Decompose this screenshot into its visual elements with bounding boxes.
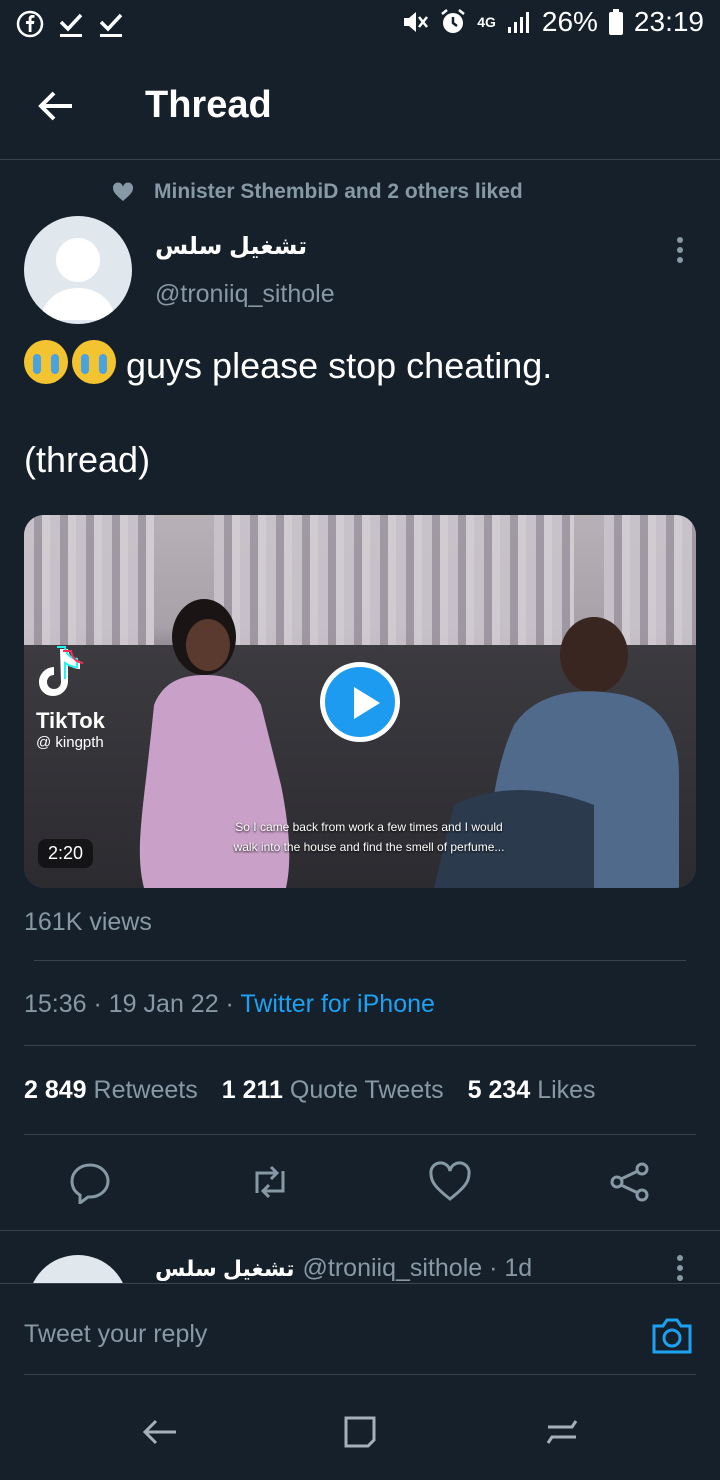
quotes-stat[interactable]: 1 211 Quote Tweets <box>222 1076 444 1105</box>
clock: 23:19 <box>633 6 704 37</box>
alarm-icon <box>441 9 465 33</box>
next-tweet-handle-time: @troniiq_sithole · 1d <box>302 1254 533 1282</box>
avatar[interactable] <box>24 216 132 324</box>
quotes-count: 1 211 <box>221 1076 283 1104</box>
author-name[interactable]: تشغيل سلس <box>155 232 307 261</box>
tiktok-logo-icon <box>39 646 84 696</box>
quotes-label: Quote Tweets <box>289 1076 444 1104</box>
tweet-text: guys please stop cheating. (thread) <box>24 340 694 483</box>
reply-input[interactable]: Tweet your reply <box>24 1320 207 1349</box>
share-icon[interactable] <box>608 1160 652 1204</box>
tweet-time: 15:36 <box>24 990 87 1018</box>
caption-line-2: walk into the house and find the smell o… <box>233 840 505 854</box>
reply-icon[interactable] <box>68 1160 112 1204</box>
tweet-actions <box>0 1160 720 1206</box>
social-context[interactable]: Minister SthembiD and 2 others liked <box>112 180 523 204</box>
mute-icon <box>404 12 429 32</box>
nav-home-icon[interactable] <box>340 1412 380 1452</box>
video-duration: 2:20 <box>38 839 94 868</box>
page-title: Thread <box>145 84 272 126</box>
heart-filled-icon <box>112 182 134 201</box>
crying-emoji-icons <box>24 340 116 384</box>
default-avatar-icon <box>40 238 116 320</box>
signal-icon <box>507 12 529 33</box>
camera-icon[interactable] <box>650 1314 694 1356</box>
status-bar: 4G 26% 23:19 <box>0 0 720 50</box>
retweets-count: 2 849 <box>24 1076 87 1104</box>
battery-percent: 26% <box>541 6 598 37</box>
tweet-line-2: (thread) <box>24 439 151 480</box>
retweet-icon[interactable] <box>248 1160 292 1204</box>
network-type: 4G <box>477 14 496 30</box>
tweet-line-1: guys please stop cheating. <box>126 345 553 386</box>
likes-count: 5 234 <box>467 1076 531 1104</box>
tiktok-user: @ kingpth <box>36 734 104 751</box>
loudly-crying-face-icon-2 <box>72 340 116 384</box>
tweet-source-link[interactable]: Twitter for iPhone <box>240 990 435 1018</box>
more-options-icon[interactable] <box>672 236 688 264</box>
divider <box>34 960 686 961</box>
caption-line-1: So I came back from work a few times and… <box>235 820 503 834</box>
check-download-icon-2 <box>99 13 123 37</box>
author-handle[interactable]: @troniiq_sithole <box>155 280 335 309</box>
reply-composer: Tweet your reply <box>0 1283 720 1480</box>
tiktok-brand: TikTok <box>36 708 105 733</box>
next-tweet-header[interactable]: تشغيل سلس @troniiq_sithole · 1d <box>155 1254 532 1283</box>
divider <box>24 1374 696 1375</box>
more-options-icon[interactable] <box>672 1254 688 1282</box>
tiktok-watermark: TikTok @ kingpth <box>36 645 146 751</box>
view-count: 161K views <box>24 908 152 936</box>
tweet-date: 19 Jan 22 <box>108 990 219 1018</box>
divider <box>0 1230 720 1231</box>
next-tweet-author: تشغيل سلس <box>155 1256 295 1281</box>
retweets-stat[interactable]: 2 849 Retweets <box>24 1076 198 1105</box>
likes-label: Likes <box>537 1076 596 1104</box>
loudly-crying-face-icon <box>24 340 68 384</box>
liked-text: Minister SthembiD and 2 others liked <box>154 180 523 203</box>
tweet-timestamp: 15:36 · 19 Jan 22 · Twitter for iPhone <box>24 990 435 1018</box>
facebook-icon <box>16 10 44 38</box>
divider <box>24 1045 696 1046</box>
video-caption: So I came back from work a few times and… <box>204 817 534 857</box>
check-download-icon <box>59 13 83 37</box>
header: Thread <box>0 52 720 160</box>
back-arrow-icon[interactable] <box>36 86 76 126</box>
likes-stat[interactable]: 5 234 Likes <box>468 1076 596 1105</box>
nav-recents-icon[interactable] <box>542 1412 582 1452</box>
nav-back-icon[interactable] <box>140 1412 180 1452</box>
like-heart-icon[interactable] <box>428 1160 472 1204</box>
video-player[interactable]: TikTok @ kingpth So I came back from wor… <box>24 515 696 888</box>
engagement-stats: 2 849 Retweets 1 211 Quote Tweets 5 234 … <box>24 1076 596 1105</box>
divider <box>24 1134 696 1135</box>
play-button-icon[interactable] <box>320 662 400 742</box>
battery-icon <box>608 9 623 35</box>
retweets-label: Retweets <box>93 1076 198 1104</box>
